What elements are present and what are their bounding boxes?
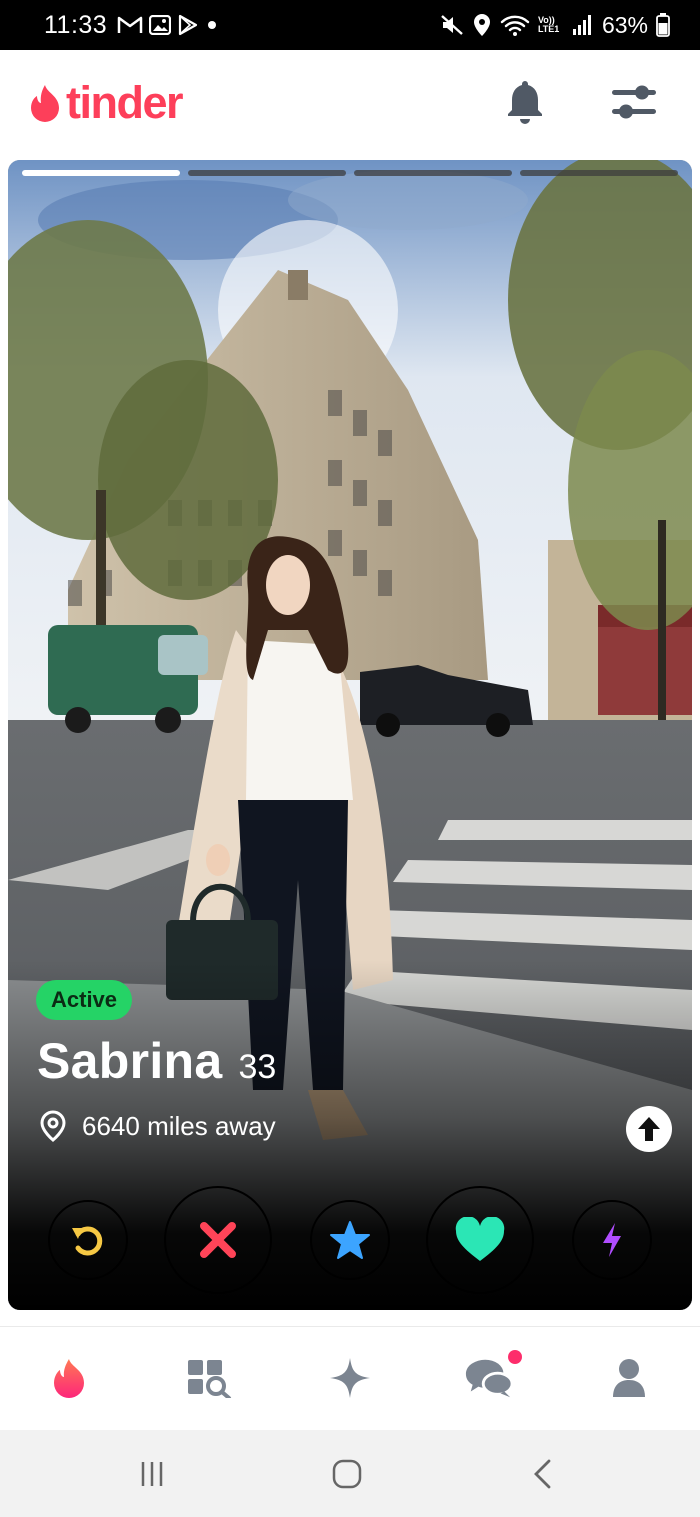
star-icon	[330, 1221, 370, 1259]
person-icon	[613, 1359, 645, 1397]
wifi-icon	[500, 15, 530, 36]
signal-icon	[572, 15, 591, 35]
system-nav-bar	[0, 1430, 700, 1517]
gallery-icon	[149, 15, 172, 35]
status-time: 11:33	[44, 10, 108, 39]
nav-gold[interactable]	[325, 1353, 375, 1403]
profile-age: 33	[238, 1048, 277, 1086]
home-button[interactable]	[327, 1454, 367, 1494]
photo-indicator-bar	[22, 170, 180, 176]
dot-icon	[208, 21, 217, 29]
super-like-button[interactable]	[310, 1200, 390, 1280]
chat-bubbles-icon	[465, 1359, 514, 1398]
nav-explore[interactable]	[184, 1353, 234, 1403]
app-screen: 11:33 Vo)) LTE1 63% tinder Active Sabrin…	[0, 0, 700, 1517]
app-header: tinder	[0, 50, 700, 160]
messages-badge	[508, 1350, 522, 1364]
location-icon	[473, 14, 490, 36]
nav-messages[interactable]	[464, 1353, 514, 1403]
back-button[interactable]	[523, 1454, 563, 1494]
photo-indicator-bar	[520, 170, 678, 176]
mute-icon	[441, 15, 463, 35]
notifications-button[interactable]	[505, 78, 545, 124]
arrow-up-icon	[638, 1117, 660, 1141]
status-bar: 11:33 Vo)) LTE1 63%	[0, 0, 700, 50]
x-icon	[200, 1222, 236, 1258]
play-store-icon	[179, 14, 198, 36]
nope-button[interactable]	[164, 1186, 272, 1294]
photo-indicator-bar	[354, 170, 512, 176]
recent-apps-icon	[141, 1462, 163, 1486]
tinder-logo[interactable]: tinder	[28, 77, 184, 128]
sliders-icon	[612, 85, 656, 119]
battery-percent: 63%	[601, 11, 648, 38]
home-circle-icon	[332, 1459, 362, 1489]
bell-icon	[508, 81, 542, 124]
profile-card[interactable]: Active Sabrina 33 6640 miles away	[8, 160, 692, 1310]
distance-row: 6640 miles away	[38, 1110, 276, 1142]
explore-grid-icon	[188, 1360, 231, 1398]
recent-apps-button[interactable]	[132, 1454, 172, 1494]
active-status-badge: Active	[36, 980, 133, 1020]
gmail-icon	[117, 16, 143, 33]
bolt-icon	[603, 1223, 621, 1257]
flame-icon	[54, 1359, 84, 1398]
filter-button[interactable]	[610, 80, 658, 124]
profile-name: Sabrina	[37, 1033, 223, 1089]
back-chevron-icon	[534, 1459, 551, 1489]
rewind-icon	[72, 1226, 103, 1256]
flame-logo-icon	[31, 84, 59, 122]
network-label: Vo)) LTE1	[537, 15, 560, 34]
logo-text: tinder	[66, 77, 184, 128]
location-pin-icon	[40, 1110, 66, 1142]
nav-profile[interactable]	[604, 1353, 654, 1403]
bottom-nav	[0, 1326, 700, 1430]
battery-icon	[656, 13, 670, 37]
expand-profile-button[interactable]	[626, 1106, 672, 1152]
boost-button[interactable]	[572, 1200, 652, 1280]
notification-icons	[117, 14, 219, 36]
like-button[interactable]	[426, 1186, 534, 1294]
photo-indicator	[22, 170, 678, 178]
sparkle-icon	[330, 1358, 370, 1398]
photo-indicator-bar	[188, 170, 346, 176]
action-buttons	[8, 1180, 692, 1300]
distance-text: 6640 miles away	[82, 1110, 276, 1141]
heart-icon	[455, 1217, 505, 1261]
name-row: Sabrina 33	[37, 1032, 276, 1090]
rewind-button[interactable]	[48, 1200, 128, 1280]
nav-home[interactable]	[44, 1353, 94, 1403]
